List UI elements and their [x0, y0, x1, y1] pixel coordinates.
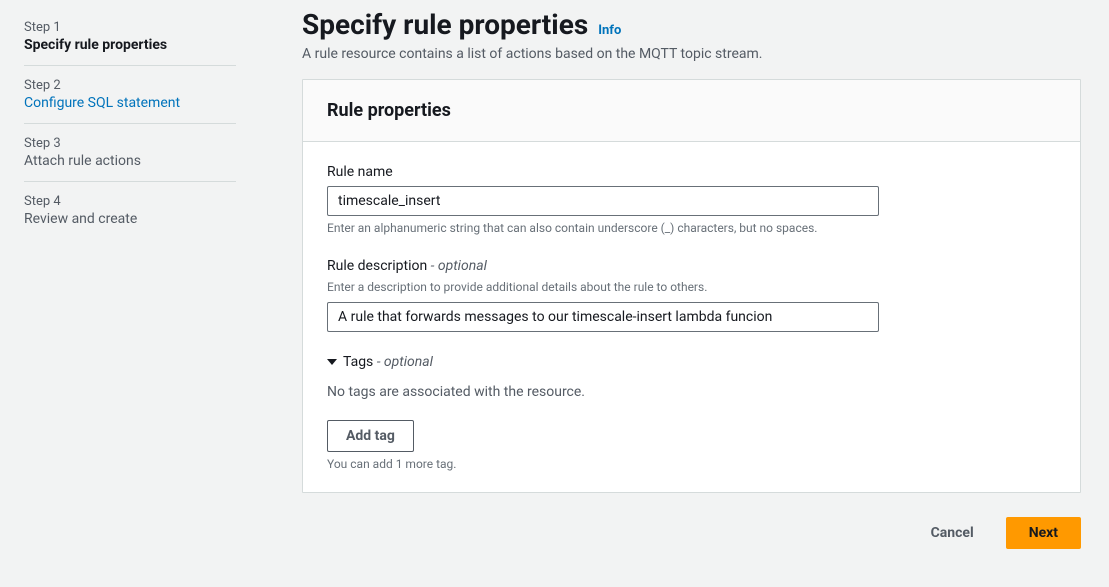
rule-name-input[interactable] [327, 186, 879, 216]
step-1-title: Specify rule properties [24, 37, 236, 53]
tags-optional: - optional [373, 354, 433, 370]
tags-group: Tags - optional No tags are associated w… [327, 354, 1056, 473]
step-3-label: Step 3 [24, 136, 236, 151]
page-subtitle: A rule resource contains a list of actio… [302, 45, 1081, 65]
main-content: Specify rule properties Info A rule reso… [260, 0, 1109, 587]
rule-name-label: Rule name [327, 164, 1056, 180]
tags-toggle[interactable]: Tags - optional [327, 354, 1056, 370]
rule-description-label-text: Rule description [327, 258, 427, 274]
caret-down-icon [327, 359, 337, 365]
tags-label-text: Tags [343, 354, 373, 370]
step-1[interactable]: Step 1 Specify rule properties [24, 8, 236, 66]
step-2-label: Step 2 [24, 78, 236, 93]
rule-description-group: Rule description - optional Enter a desc… [327, 258, 1056, 332]
step-4-title: Review and create [24, 211, 236, 227]
page-title: Specify rule properties [302, 8, 588, 41]
wizard-footer: Cancel Next [302, 517, 1081, 551]
step-4-label: Step 4 [24, 194, 236, 209]
panel-body: Rule name Enter an alphanumeric string t… [303, 142, 1080, 493]
tags-empty-text: No tags are associated with the resource… [327, 384, 1056, 400]
tags-limit-help: You can add 1 more tag. [327, 457, 1056, 473]
step-2[interactable]: Step 2 Configure SQL statement [24, 66, 236, 124]
rule-properties-panel: Rule properties Rule name Enter an alpha… [302, 79, 1081, 494]
rule-description-label: Rule description - optional [327, 258, 1056, 274]
panel-header: Rule properties [303, 80, 1080, 142]
rule-description-optional: - optional [427, 258, 487, 274]
rule-description-help: Enter a description to provide additiona… [327, 280, 1056, 296]
rule-name-group: Rule name Enter an alphanumeric string t… [327, 164, 1056, 237]
next-button[interactable]: Next [1006, 517, 1081, 549]
step-1-label: Step 1 [24, 20, 236, 35]
rule-name-help: Enter an alphanumeric string that can al… [327, 221, 1056, 237]
step-3-title: Attach rule actions [24, 153, 236, 169]
step-4: Step 4 Review and create [24, 182, 236, 239]
step-3: Step 3 Attach rule actions [24, 124, 236, 182]
add-tag-button[interactable]: Add tag [327, 420, 414, 452]
cancel-button[interactable]: Cancel [913, 517, 992, 549]
info-link[interactable]: Info [598, 23, 621, 38]
wizard-stepper: Step 1 Specify rule properties Step 2 Co… [0, 0, 260, 587]
step-2-title[interactable]: Configure SQL statement [24, 95, 236, 111]
panel-title: Rule properties [327, 100, 1056, 121]
rule-description-input[interactable] [327, 302, 879, 332]
page-header: Specify rule properties Info A rule reso… [302, 8, 1081, 65]
